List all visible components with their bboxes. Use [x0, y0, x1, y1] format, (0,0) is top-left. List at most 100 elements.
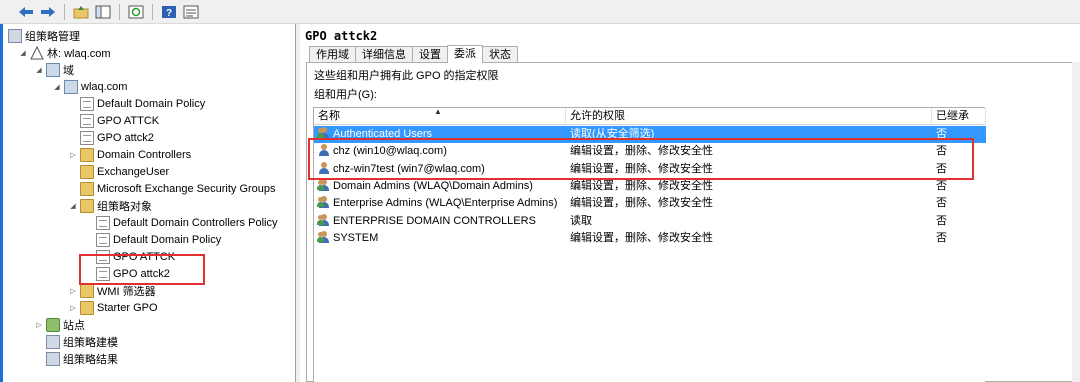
tab-settings[interactable]: 设置: [412, 46, 448, 63]
gpo-icon: [96, 249, 110, 264]
back-arrow-icon[interactable]: [16, 3, 36, 21]
cell-name-text: chz-win7test (win7@wlaq.com): [333, 162, 485, 175]
tree-item-label: Domain Controllers: [97, 148, 192, 161]
cell-inherited: 否: [936, 145, 947, 158]
tab-delegation[interactable]: 委派: [447, 45, 483, 63]
show-hide-tree-icon[interactable]: [93, 3, 113, 21]
vertical-scrollbar[interactable]: [1072, 62, 1080, 382]
gpo-icon: [96, 215, 110, 230]
forest-icon: [30, 45, 44, 60]
tree-gpo-default-dc-policy[interactable]: Default Domain Controllers Policy: [94, 214, 277, 231]
tree-gpo-default-domain-policy[interactable]: Default Domain Policy: [94, 231, 221, 248]
column-name[interactable]: 名称 ▲: [314, 107, 566, 125]
tree-item-gpo-attck2[interactable]: GPO attck2: [78, 129, 154, 146]
ou-folder-icon: [80, 164, 94, 179]
group-icon: [317, 213, 330, 226]
collapse-arrow-icon[interactable]: ◢: [18, 49, 28, 57]
gpo-link-icon: [80, 130, 94, 145]
table-row[interactable]: SYSTEM 编辑设置，删除、修改安全性 否: [314, 230, 986, 247]
tab-status[interactable]: 状态: [482, 46, 518, 63]
tree-domains-label: 域: [63, 64, 74, 77]
svg-text:?: ?: [166, 8, 172, 19]
tree-item-label: Default Domain Policy: [97, 97, 206, 110]
cell-inherited: 否: [936, 128, 947, 140]
column-inherited[interactable]: 已继承: [932, 108, 986, 125]
toolbar-separator: [152, 3, 153, 20]
tree-item-exchangeuser[interactable]: ExchangeUser: [78, 163, 169, 180]
tree-gpo-attck2[interactable]: GPO attck2: [94, 265, 170, 282]
tree-item-results[interactable]: 组策略结果: [44, 350, 118, 367]
refresh-icon[interactable]: [126, 3, 146, 21]
modeling-icon: [46, 334, 60, 349]
tab-scope[interactable]: 作用域: [309, 46, 356, 63]
tree-item-gpo-objects[interactable]: ◢ 组策略对象: [68, 197, 152, 214]
delegation-panel: 这些组和用户拥有此 GPO 的指定权限 组和用户(G): 名称 ▲ 允许的权限 …: [306, 62, 1080, 382]
cell-inherited: 否: [936, 179, 947, 192]
tree-item-domain-controllers[interactable]: ▷ Domain Controllers: [68, 146, 191, 163]
tree-item-wmi-filters[interactable]: ▷ WMI 筛选器: [68, 282, 156, 299]
tree-item-label: 站点: [63, 319, 85, 332]
tree-domains[interactable]: ◢ 域: [34, 61, 74, 78]
permissions-list[interactable]: 名称 ▲ 允许的权限 已继承 Authenticated Users 读取(从安全…: [313, 107, 986, 382]
tree-item-label: GPO attck2: [97, 131, 154, 144]
table-row[interactable]: Authenticated Users 读取(从安全筛选) 否: [314, 126, 986, 143]
table-row[interactable]: ENTERPRISE DOMAIN CONTROLLERS 读取 否: [314, 213, 986, 230]
collapse-arrow-icon[interactable]: ◢: [68, 202, 78, 210]
column-permission[interactable]: 允许的权限: [566, 108, 932, 125]
tree-forest[interactable]: ◢ 林: wlaq.com: [18, 44, 111, 61]
tree-item-gpo-attck[interactable]: GPO ATTCK: [78, 112, 159, 129]
cell-name-text: ENTERPRISE DOMAIN CONTROLLERS: [333, 214, 536, 227]
tree-item-label: Default Domain Controllers Policy: [113, 216, 278, 229]
cell-permission: 编辑设置，删除、修改安全性: [570, 231, 713, 244]
cell-name-text: chz (win10@wlaq.com): [333, 145, 447, 158]
collapse-arrow-icon[interactable]: ◢: [52, 83, 62, 91]
tree-item-sites[interactable]: ▷ 站点: [34, 316, 85, 333]
cell-name: Authenticated Users: [317, 126, 432, 143]
cell-name: ENTERPRISE DOMAIN CONTROLLERS: [317, 213, 536, 230]
up-folder-icon[interactable]: [71, 3, 91, 21]
group-icon: [317, 230, 330, 243]
expand-arrow-icon[interactable]: ▷: [34, 321, 44, 329]
collapse-arrow-icon[interactable]: ◢: [34, 66, 44, 74]
table-row[interactable]: Domain Admins (WLAQ\Domain Admins) 编辑设置，删…: [314, 178, 986, 195]
help-icon[interactable]: ?: [159, 3, 179, 21]
tree-gpo-attck[interactable]: GPO ATTCK: [94, 248, 175, 265]
tree-item-exchange-security-groups[interactable]: Microsoft Exchange Security Groups: [78, 180, 276, 197]
cell-name-text: SYSTEM: [333, 231, 379, 244]
tree-item-modeling[interactable]: 组策略建模: [44, 333, 118, 350]
tree-domain[interactable]: ◢ wlaq.com: [52, 78, 127, 95]
cell-inherited: 否: [936, 214, 947, 227]
table-row[interactable]: chz (win10@wlaq.com) 编辑设置，删除、修改安全性 否: [314, 143, 986, 160]
tree-root[interactable]: 组策略管理: [6, 27, 80, 44]
expand-arrow-icon[interactable]: ▷: [68, 151, 78, 159]
cell-name: SYSTEM: [317, 230, 379, 247]
tree-root-label: 组策略管理: [25, 30, 80, 43]
list-header: 名称 ▲ 允许的权限 已继承: [314, 107, 986, 125]
gpo-container-icon: [80, 198, 94, 213]
table-row[interactable]: Enterprise Admins (WLAQ\Enterprise Admin…: [314, 195, 986, 212]
tree-item-label: 组策略建模: [63, 336, 118, 349]
tree-item-starter-gpo[interactable]: ▷ Starter GPO: [68, 299, 158, 316]
cell-inherited: 否: [936, 162, 947, 175]
group-icon: [317, 178, 330, 191]
cell-name: chz (win10@wlaq.com): [318, 143, 447, 160]
tree-item-label: GPO attck2: [113, 267, 170, 280]
tree-item-label: ExchangeUser: [97, 165, 170, 178]
tab-strip: 作用域 详细信息 设置 委派 状态: [309, 45, 518, 63]
expand-arrow-icon[interactable]: ▷: [68, 287, 78, 295]
table-row[interactable]: chz-win7test (win7@wlaq.com) 编辑设置，删除、修改安全…: [314, 161, 986, 178]
properties-icon[interactable]: [181, 3, 201, 21]
sites-icon: [46, 317, 60, 332]
results-icon: [46, 351, 60, 366]
forward-arrow-icon[interactable]: [38, 3, 58, 21]
tree-item-default-domain-policy[interactable]: Default Domain Policy: [78, 95, 205, 112]
tree-forest-label: 林: wlaq.com: [47, 47, 111, 60]
expand-arrow-icon[interactable]: ▷: [68, 304, 78, 312]
tree-item-label: WMI 筛选器: [97, 285, 156, 298]
cell-name-text: Enterprise Admins (WLAQ\Enterprise Admin…: [333, 197, 558, 210]
group-icon: [317, 196, 330, 209]
cell-name: Domain Admins (WLAQ\Domain Admins): [317, 178, 533, 195]
tab-details[interactable]: 详细信息: [355, 46, 413, 63]
starter-gpo-icon: [80, 300, 94, 315]
cell-permission: 编辑设置，删除、修改安全性: [570, 145, 713, 158]
